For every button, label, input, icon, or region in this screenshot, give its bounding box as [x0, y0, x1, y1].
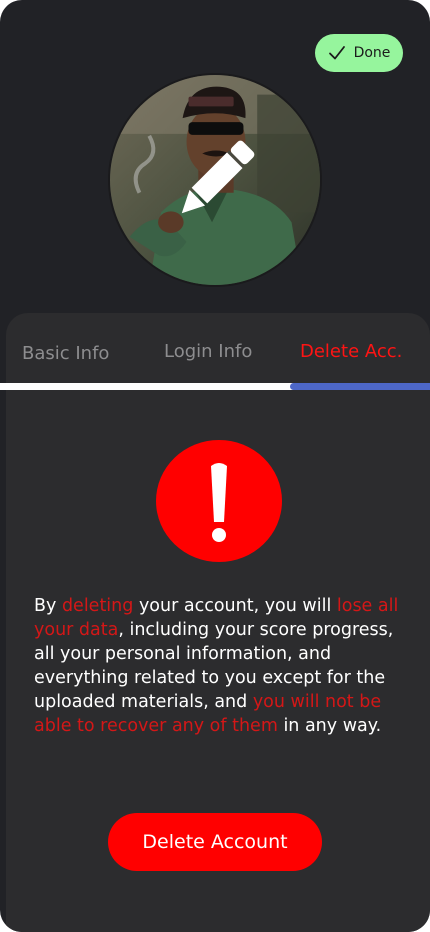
tab-delete-account[interactable]: Delete Acc. [300, 341, 402, 362]
warning-highlight: deleting [61, 596, 134, 616]
done-button[interactable]: Done [315, 34, 403, 72]
warning-text-part: By [34, 596, 62, 616]
tab-progress-bar [0, 383, 430, 390]
check-icon [328, 46, 345, 60]
warning-text-part: your account, you will [133, 596, 337, 616]
tab-bar: Basic Info Login Info Delete Acc. [0, 337, 430, 373]
tab-basic-info[interactable]: Basic Info [22, 343, 109, 364]
exclamation-icon [156, 440, 282, 562]
pencil-icon[interactable] [170, 135, 260, 225]
edit-profile-screen: Done Basic Info Login Info Delete Acc. B… [0, 0, 430, 932]
delete-warning-text: By deleting your account, you will lose … [34, 594, 410, 738]
tab-login-info[interactable]: Login Info [164, 341, 252, 362]
warning-text-part: in any way. [277, 716, 382, 736]
delete-account-button[interactable]: Delete Account [108, 813, 322, 871]
tab-progress-fill [289, 383, 430, 390]
done-label: Done [353, 45, 391, 61]
